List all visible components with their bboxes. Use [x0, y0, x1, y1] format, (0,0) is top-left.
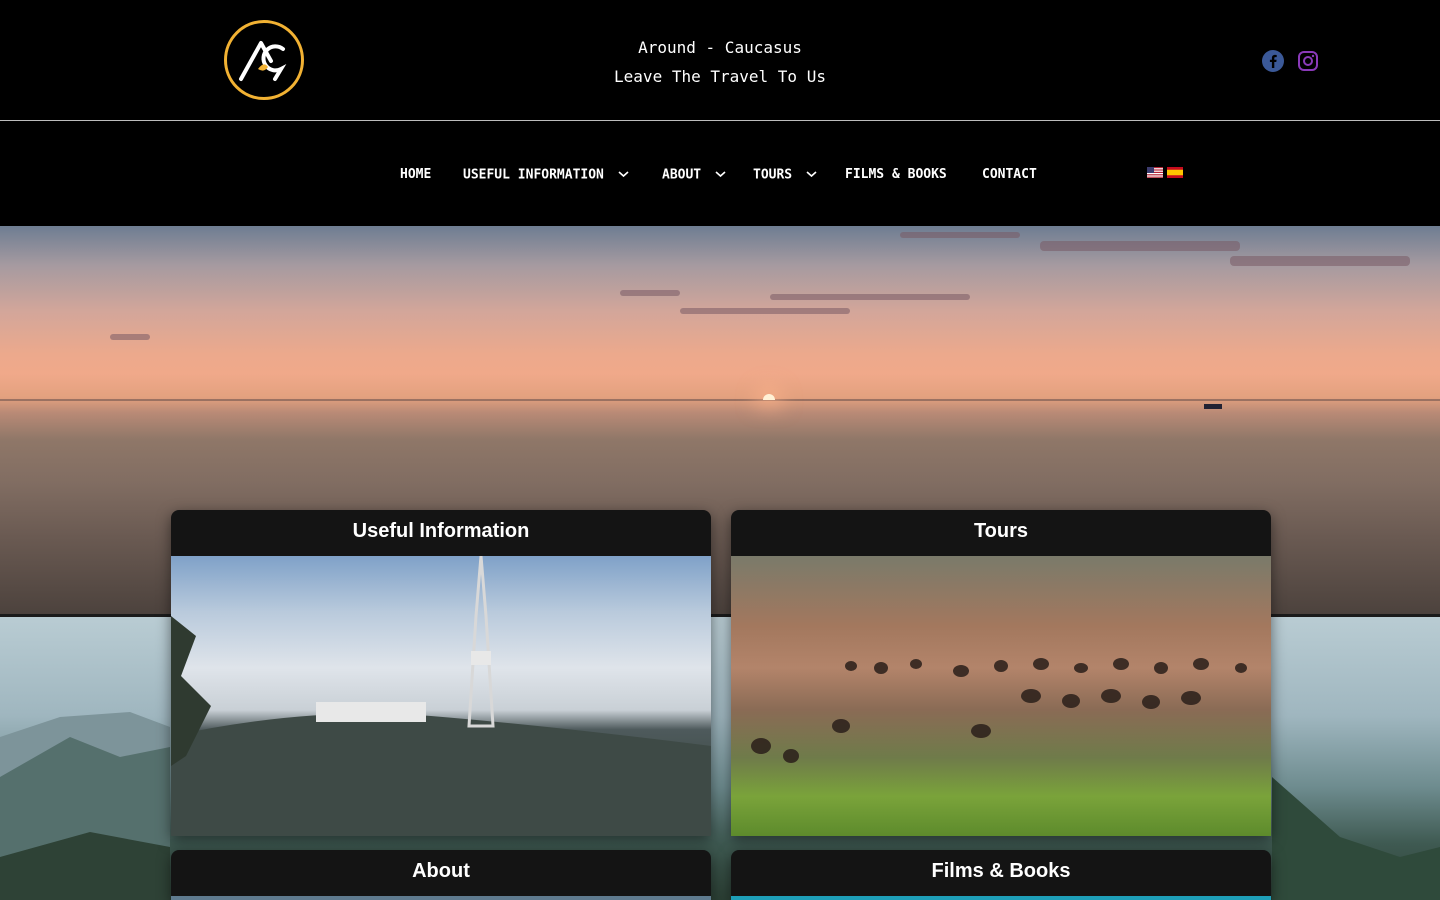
- card-title: Films & Books: [931, 860, 1071, 882]
- spain-flag-icon[interactable]: [1167, 165, 1183, 178]
- instagram-icon[interactable]: [1296, 49, 1320, 73]
- card-useful-information[interactable]: Useful Information: [171, 510, 711, 836]
- card-title: About: [412, 860, 470, 882]
- card-about[interactable]: About: [171, 850, 711, 900]
- nav-tours[interactable]: TOURS: [753, 165, 817, 185]
- sun: [763, 394, 775, 400]
- main-nav: HOME USEFUL INFORMATION ABOUT TOURS FILM…: [0, 121, 1440, 226]
- site-tagline: Around - Caucasus Leave The Travel To Us: [520, 33, 920, 91]
- site-slogan: Leave The Travel To Us: [614, 67, 826, 86]
- nav-about-label: ABOUT: [662, 167, 702, 183]
- lake-photo: [731, 896, 1271, 900]
- nav-useful-information-label: USEFUL INFORMATION: [463, 167, 604, 183]
- chevron-down-icon: [806, 165, 817, 185]
- nav-tours-label: TOURS: [753, 167, 793, 183]
- card-films-books[interactable]: Films & Books: [731, 850, 1271, 900]
- mountain-photo: [171, 896, 711, 900]
- nav-home-label: HOME: [400, 167, 432, 182]
- nav-contact-label: CONTACT: [982, 167, 1037, 182]
- nav-films-books[interactable]: FILMS & BOOKS: [845, 165, 947, 185]
- nav-useful-information[interactable]: USEFUL INFORMATION: [463, 165, 629, 185]
- nav-films-books-label: FILMS & BOOKS: [845, 167, 947, 182]
- chevron-down-icon: [618, 165, 629, 185]
- nav-home[interactable]: HOME: [400, 165, 431, 185]
- us-flag-icon[interactable]: [1147, 165, 1163, 178]
- nav-about[interactable]: ABOUT: [662, 165, 726, 185]
- card-title: Tours: [973, 520, 1029, 542]
- vardzia-cave-city-photo: [731, 556, 1271, 836]
- nav-contact[interactable]: CONTACT: [982, 165, 1037, 185]
- boat: [1204, 404, 1222, 409]
- logo-icon[interactable]: [224, 20, 304, 100]
- facebook-icon[interactable]: [1261, 49, 1285, 73]
- card-title: Useful Information: [352, 520, 530, 542]
- site-name: Around - Caucasus: [638, 38, 802, 57]
- card-tours[interactable]: Tours: [731, 510, 1271, 836]
- chevron-down-icon: [715, 165, 726, 185]
- tbilisi-tv-tower-photo: [171, 555, 711, 836]
- site-header: Around - Caucasus Leave The Travel To Us: [0, 0, 1440, 121]
